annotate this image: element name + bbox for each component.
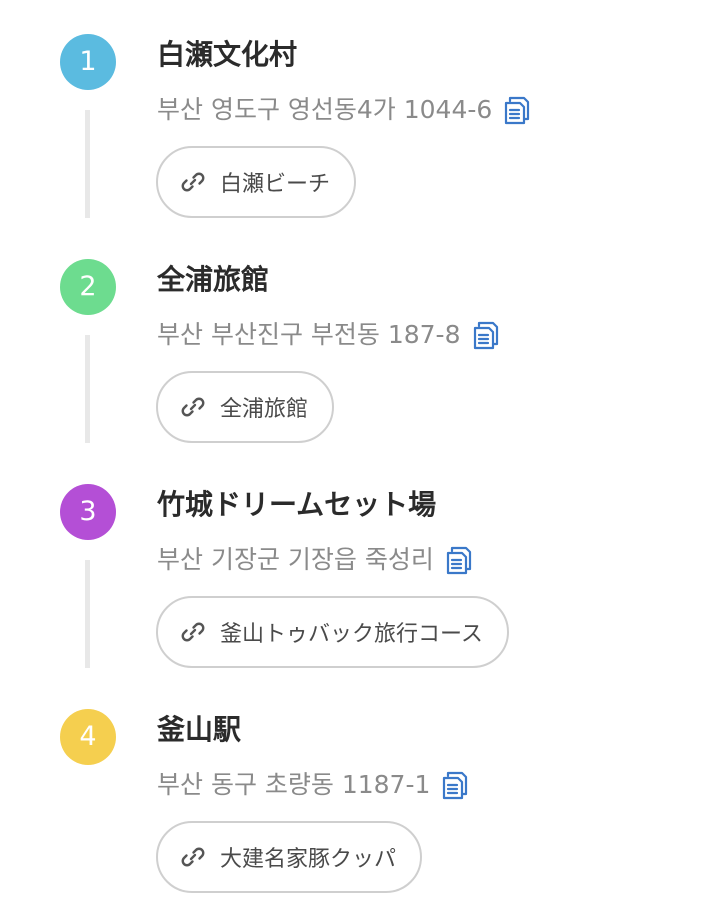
stop-address: 부산 부산진구 부전동 187-8 — [157, 320, 461, 349]
stop-number-badge: 2 — [60, 259, 116, 315]
stop-address-row: 부산 동구 초량동 1187-1 — [157, 767, 468, 803]
stop-address: 부산 동구 초량동 1187-1 — [157, 770, 431, 799]
timeline-connector — [85, 110, 90, 218]
related-link-label: 釜山トゥバック旅行コース — [220, 622, 483, 647]
copy-icon[interactable] — [442, 770, 468, 800]
stop-address-row: 부산 기장군 기장읍 죽성리 — [157, 542, 472, 578]
stop-number-badge: 4 — [60, 709, 116, 765]
related-link-chip[interactable]: 大建名家豚クッパ — [156, 821, 423, 893]
stop-address-row: 부산 영도구 영선동4가 1044-6 — [157, 92, 530, 128]
copy-icon[interactable] — [473, 320, 499, 350]
link-icon — [180, 394, 206, 420]
link-icon — [180, 844, 206, 870]
stop-number-badge: 1 — [60, 34, 116, 90]
related-link-chip[interactable]: 釜山トゥバック旅行コース — [156, 596, 509, 668]
route-stop-list: 1 白瀬文化村 부산 영도구 영선동4가 1044-6 白瀬ビーチ 2 全浦旅館… — [0, 0, 710, 920]
related-link-label: 白瀬ビーチ — [220, 172, 331, 197]
timeline-connector — [85, 335, 90, 443]
link-icon — [180, 619, 206, 645]
stop-address: 부산 기장군 기장읍 죽성리 — [157, 545, 434, 574]
stop-title[interactable]: 全浦旅館 — [157, 261, 269, 299]
stop-title[interactable]: 竹城ドリームセット場 — [157, 486, 436, 524]
stop-title[interactable]: 釜山駅 — [157, 711, 241, 749]
related-link-label: 全浦旅館 — [220, 397, 309, 422]
stop-title[interactable]: 白瀬文化村 — [157, 36, 297, 74]
related-link-label: 大建名家豚クッパ — [220, 847, 397, 872]
related-link-chip[interactable]: 全浦旅館 — [156, 371, 335, 443]
copy-icon[interactable] — [504, 95, 530, 125]
stop-number-badge: 3 — [60, 484, 116, 540]
related-link-chip[interactable]: 白瀬ビーチ — [156, 146, 357, 218]
copy-icon[interactable] — [446, 545, 472, 575]
stop-address-row: 부산 부산진구 부전동 187-8 — [157, 317, 499, 353]
timeline-connector — [85, 560, 90, 668]
link-icon — [180, 169, 206, 195]
stop-address: 부산 영도구 영선동4가 1044-6 — [157, 95, 493, 124]
